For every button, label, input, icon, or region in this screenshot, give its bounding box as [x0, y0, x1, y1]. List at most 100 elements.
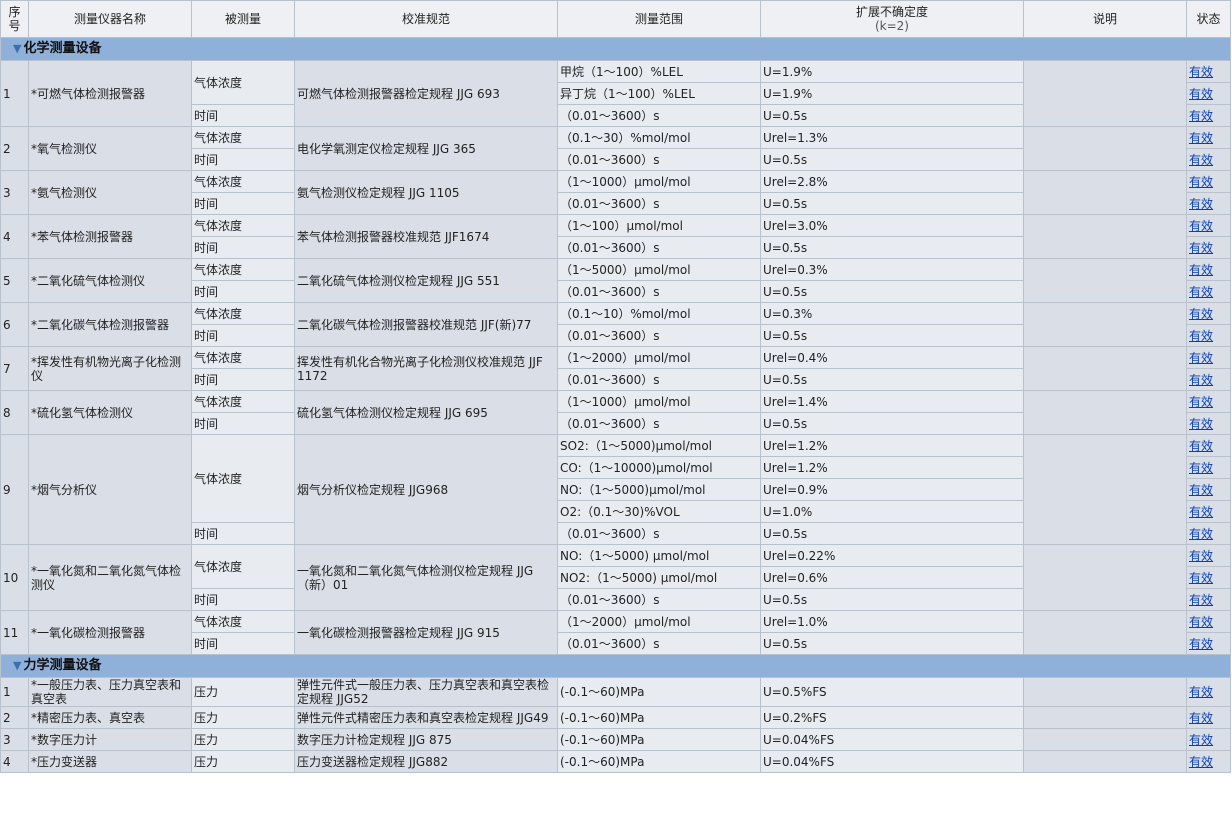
status-link[interactable]: 有效: [1189, 439, 1213, 453]
status-link[interactable]: 有效: [1189, 263, 1213, 277]
cell-note: [1023, 610, 1187, 655]
status-link[interactable]: 有效: [1189, 685, 1213, 699]
table-row: 6 *二氧化碳气体检测报警器 气体浓度 二氧化碳气体检测报警器校准规范 JJF(新)7…: [0, 302, 1231, 347]
table-row: 2 *精密压力表、真空表 压力 弹性元件式精密压力表和真空表检定规程 JJG49 (-0…: [0, 706, 1231, 729]
cell-instrument-name: *一般压力表、压力真空表和真空表: [28, 677, 192, 707]
cell-uncertainty: U=0.5%FS: [760, 677, 1024, 707]
cell-instrument-name: *苯气体检测报警器: [28, 214, 192, 259]
status-link[interactable]: 有效: [1189, 65, 1213, 79]
cell-status: 有效: [1186, 258, 1231, 281]
status-link[interactable]: 有效: [1189, 373, 1213, 387]
status-link[interactable]: 有效: [1189, 755, 1213, 769]
cell-no: 2: [0, 126, 29, 171]
status-link[interactable]: 有效: [1189, 395, 1213, 409]
col-header-no: 序号: [0, 0, 29, 38]
status-link[interactable]: 有效: [1189, 241, 1213, 255]
cell-uncertainty: U=0.04%FS: [760, 750, 1024, 773]
status-link[interactable]: 有效: [1189, 175, 1213, 189]
cell-range: （0.01～3600）s: [557, 588, 761, 611]
cell-status: 有效: [1186, 390, 1231, 413]
status-link[interactable]: 有效: [1189, 417, 1213, 431]
cell-spec: 硫化氢气体检测仪检定规程 JJG 695: [294, 390, 558, 435]
cell-range: （1～1000）μmol/mol: [557, 390, 761, 413]
collapse-triangle-icon[interactable]: ▼: [13, 42, 21, 55]
cell-status: 有效: [1186, 214, 1231, 237]
cell-instrument-name: *氧气检测仪: [28, 126, 192, 171]
status-link[interactable]: 有效: [1189, 351, 1213, 365]
cell-range: （0.01～3600）s: [557, 632, 761, 655]
cell-uncertainty: Urel=0.9%: [760, 478, 1024, 501]
cell-uncertainty: Urel=3.0%: [760, 214, 1024, 237]
status-link[interactable]: 有效: [1189, 329, 1213, 343]
cell-uncertainty: U=1.9%: [760, 60, 1024, 83]
cell-uncertainty: U=0.5s: [760, 522, 1024, 545]
section-title: 力学测量设备: [23, 658, 102, 673]
cell-no: 3: [0, 170, 29, 215]
cell-range: NO:（1～5000)μmol/mol: [557, 478, 761, 501]
cell-quantity: 时间: [191, 280, 295, 303]
status-link[interactable]: 有效: [1189, 461, 1213, 475]
status-link[interactable]: 有效: [1189, 483, 1213, 497]
table-row: 3 *氨气检测仪 气体浓度 氨气检测仪检定规程 JJG 1105 （1～1000）μmo…: [0, 170, 1231, 215]
cell-quantity: 时间: [191, 324, 295, 347]
cell-uncertainty: Urel=1.4%: [760, 390, 1024, 413]
cell-no: 10: [0, 544, 29, 611]
cell-instrument-name: *二氧化硫气体检测仪: [28, 258, 192, 303]
status-link[interactable]: 有效: [1189, 733, 1213, 747]
status-link[interactable]: 有效: [1189, 527, 1213, 541]
cell-quantity: 气体浓度: [191, 258, 295, 281]
status-link[interactable]: 有效: [1189, 637, 1213, 651]
status-link[interactable]: 有效: [1189, 549, 1213, 563]
section-header[interactable]: ▼ 力学测量设备: [0, 654, 1231, 678]
status-link[interactable]: 有效: [1189, 197, 1213, 211]
col-header-spec: 校准规范: [294, 0, 558, 38]
table-row: 9 *烟气分析仪 气体浓度 烟气分析仪检定规程 JJG968 SO2:（1～5000)μ…: [0, 434, 1231, 545]
cell-status: 有效: [1186, 236, 1231, 259]
cell-spec: 苯气体检测报警器校准规范 JJF1674: [294, 214, 558, 259]
cell-instrument-name: *可燃气体检测报警器: [28, 60, 192, 127]
cell-quantity: 时间: [191, 588, 295, 611]
cell-status: 有效: [1186, 500, 1231, 523]
cell-range: （0.01～3600）s: [557, 324, 761, 347]
cell-range: NO:（1～5000) μmol/mol: [557, 544, 761, 567]
cell-no: 3: [0, 728, 29, 751]
cell-status: 有效: [1186, 148, 1231, 171]
status-link[interactable]: 有效: [1189, 109, 1213, 123]
table-row: 11 *一氧化碳检测报警器 气体浓度 一氧化碳检测报警器检定规程 JJG 915 （1～…: [0, 610, 1231, 655]
status-link[interactable]: 有效: [1189, 615, 1213, 629]
cell-instrument-name: *压力变送器: [28, 750, 192, 773]
status-link[interactable]: 有效: [1189, 87, 1213, 101]
status-link[interactable]: 有效: [1189, 219, 1213, 233]
cell-range: (-0.1～60)MPa: [557, 750, 761, 773]
cell-quantity: 压力: [191, 677, 295, 707]
cell-uncertainty: U=0.5s: [760, 192, 1024, 215]
cell-spec: 一氧化氮和二氧化氮气体检测仪检定规程 JJG（新）01: [294, 544, 558, 611]
status-link[interactable]: 有效: [1189, 153, 1213, 167]
cell-range: (-0.1～60)MPa: [557, 677, 761, 707]
status-link[interactable]: 有效: [1189, 285, 1213, 299]
cell-status: 有效: [1186, 677, 1231, 707]
status-link[interactable]: 有效: [1189, 711, 1213, 725]
cell-range: （0.01～3600）s: [557, 192, 761, 215]
collapse-triangle-icon[interactable]: ▼: [13, 659, 21, 672]
status-link[interactable]: 有效: [1189, 571, 1213, 585]
cell-uncertainty: U=1.9%: [760, 82, 1024, 105]
cell-status: 有效: [1186, 706, 1231, 729]
status-link[interactable]: 有效: [1189, 593, 1213, 607]
cell-status: 有效: [1186, 728, 1231, 751]
status-link[interactable]: 有效: [1189, 505, 1213, 519]
cell-quantity: 气体浓度: [191, 434, 295, 523]
cell-spec: 电化学氧测定仪检定规程 JJG 365: [294, 126, 558, 171]
cell-range: （0.01～3600）s: [557, 522, 761, 545]
cell-range: （0.01～3600）s: [557, 148, 761, 171]
col-header-status: 状态: [1186, 0, 1231, 38]
section-header[interactable]: ▼ 化学测量设备: [0, 37, 1231, 61]
cell-spec: 弹性元件式精密压力表和真空表检定规程 JJG49: [294, 706, 558, 729]
status-link[interactable]: 有效: [1189, 307, 1213, 321]
cell-instrument-name: *烟气分析仪: [28, 434, 192, 545]
status-link[interactable]: 有效: [1189, 131, 1213, 145]
cell-uncertainty: U=0.5s: [760, 588, 1024, 611]
cell-instrument-name: *氨气检测仪: [28, 170, 192, 215]
cell-note: [1023, 60, 1187, 127]
cell-note: [1023, 390, 1187, 435]
